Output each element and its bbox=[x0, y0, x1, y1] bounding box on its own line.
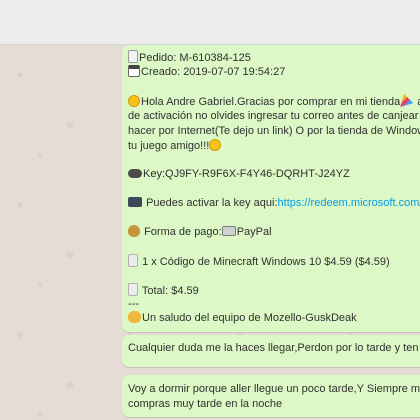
gamepad-icon bbox=[128, 169, 142, 178]
calendar-icon bbox=[128, 65, 140, 77]
greeting-text-3: hacer por Internet(Te dejo un link) O po… bbox=[128, 125, 420, 137]
order-line: Pedido: M-610384-125 bbox=[128, 50, 251, 66]
chat-messages-area[interactable]: Pedido: M-610384-125 Creado: 2019-07-07 … bbox=[0, 45, 420, 420]
message-bubble-sleep[interactable]: Voy a dormir porque aller llegue un poco… bbox=[122, 375, 420, 417]
greeting-line-2: de activación no olvides ingresar tu cor… bbox=[128, 109, 420, 124]
doubts-text: Cualquier duda me la haces llegar,Perdon… bbox=[128, 342, 420, 354]
smile-emoji-icon bbox=[128, 95, 140, 107]
sleep-text-1: Voy a dormir porque aller llegue un poco… bbox=[128, 383, 420, 395]
message-bubble-order[interactable]: Pedido: M-610384-125 Creado: 2019-07-07 … bbox=[122, 45, 420, 332]
greeting-line-1: Hola Andre Gabriel.Gracias por comprar e… bbox=[128, 94, 420, 110]
created-line: Creado: 2019-07-07 19:54:27 bbox=[128, 65, 285, 80]
sleep-line-1: Voy a dormir porque aller llegue un poco… bbox=[128, 382, 420, 397]
smile-emoji-icon bbox=[209, 139, 222, 151]
chat-header-bar bbox=[0, 0, 420, 45]
message-bubble-doubts[interactable]: Cualquier duda me la haces llegar,Perdon… bbox=[122, 335, 420, 367]
credit-card-icon bbox=[221, 226, 236, 236]
payment-line: Forma de pago: PayPal bbox=[128, 225, 272, 240]
created-date-text: Creado: 2019-07-07 19:54:27 bbox=[141, 66, 286, 78]
item-line: 1 x Código de Minecraft Windows 10 $4.59… bbox=[128, 254, 390, 270]
greeting-line-3: hacer por Internet(Te dejo un link) O po… bbox=[128, 124, 420, 139]
item-text: 1 x Código de Minecraft Windows 10 $4.59… bbox=[142, 256, 390, 268]
greeting-text-1-tail: ac bbox=[414, 96, 420, 108]
greeting-line-4: tu juego amigo!!! bbox=[128, 139, 222, 154]
waving-hand-icon bbox=[128, 311, 141, 323]
keyboard-icon bbox=[128, 197, 142, 207]
page-icon bbox=[128, 254, 138, 267]
signoff-line: Un saludo del equipo de Mozello-GuskDeak bbox=[128, 311, 357, 326]
money-bag-icon bbox=[128, 225, 140, 237]
sleep-text-2: compras muy tarde en la noche bbox=[128, 398, 283, 410]
signoff-text: Un saludo del equipo de Mozello-GuskDeak bbox=[142, 312, 357, 324]
separator-line: --- bbox=[128, 297, 139, 312]
greeting-text-4: tu juego amigo!!! bbox=[128, 140, 210, 152]
page-icon bbox=[128, 283, 138, 296]
order-number-text: Pedido: M-610384-125 bbox=[139, 52, 251, 64]
activate-text: Puedes activar la key aqui: bbox=[146, 197, 278, 209]
sleep-line-2: compras muy tarde en la noche bbox=[128, 397, 282, 412]
product-key-text[interactable]: Key:QJ9FY-R9F6X-F4Y46-DQRHT-J24YZ bbox=[143, 168, 350, 180]
activate-line: Puedes activar la key aqui:https://redee… bbox=[128, 196, 420, 211]
redeem-link[interactable]: https://redeem.microsoft.com/ bbox=[278, 197, 420, 209]
greeting-text-2: de activación no olvides ingresar tu cor… bbox=[128, 110, 420, 122]
payment-label-text: Forma de pago: bbox=[144, 226, 222, 238]
clipboard-icon bbox=[128, 50, 138, 63]
total-text: Total: $4.59 bbox=[141, 285, 199, 297]
payment-method-text: PayPal bbox=[236, 226, 272, 238]
doubts-line: Cualquier duda me la haces llegar,Perdon… bbox=[128, 341, 420, 356]
party-popper-icon bbox=[400, 94, 414, 107]
key-line: Key:QJ9FY-R9F6X-F4Y46-DQRHT-J24YZ bbox=[128, 167, 350, 182]
greeting-text-1: Hola Andre Gabriel.Gracias por comprar e… bbox=[141, 96, 401, 108]
separator-text: --- bbox=[128, 298, 139, 310]
